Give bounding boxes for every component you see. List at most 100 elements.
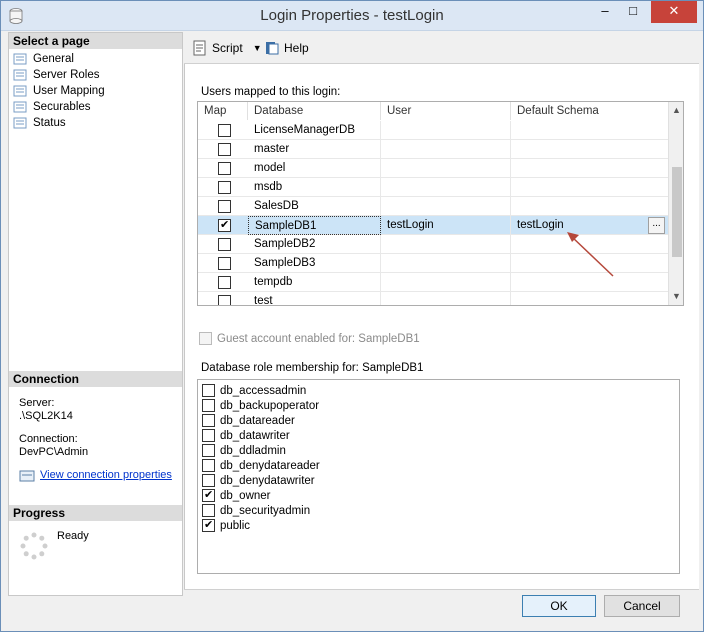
role-label: public: [220, 519, 251, 532]
database-cell: SampleDB3: [248, 254, 381, 273]
role-checkbox[interactable]: [202, 504, 215, 517]
dialog-button-bar: OK Cancel: [184, 589, 699, 629]
database-cell: LicenseManagerDB: [248, 121, 381, 140]
page-item-label: Status: [33, 117, 66, 129]
role-checkbox[interactable]: [202, 414, 215, 427]
scroll-up-icon[interactable]: ▲: [672, 105, 681, 115]
user-cell[interactable]: [381, 159, 511, 178]
minimize-button[interactable]: –: [591, 1, 619, 23]
close-button[interactable]: ✕: [651, 1, 697, 23]
user-cell[interactable]: [381, 273, 511, 292]
user-cell[interactable]: [381, 235, 511, 254]
schema-cell[interactable]: [511, 121, 668, 140]
user-cell[interactable]: [381, 178, 511, 197]
schema-cell[interactable]: [511, 197, 668, 216]
server-label: Server:: [19, 397, 55, 409]
table-row[interactable]: LicenseManagerDB: [198, 121, 668, 140]
database-cell: SalesDB: [248, 197, 381, 216]
map-checkbox[interactable]: [218, 124, 231, 137]
user-cell[interactable]: [381, 254, 511, 273]
scrollbar-thumb[interactable]: [672, 167, 682, 257]
role-label: db_denydatareader: [220, 459, 320, 472]
guest-checkbox[interactable]: [199, 332, 212, 345]
user-cell[interactable]: testLogin: [381, 216, 511, 235]
map-checkbox[interactable]: [218, 257, 231, 270]
database-cell: SampleDB1: [248, 216, 381, 235]
role-checkbox[interactable]: [202, 488, 215, 502]
role-checkbox[interactable]: [202, 429, 215, 442]
page-item-securables[interactable]: Securables: [13, 99, 91, 115]
schema-cell[interactable]: [511, 159, 668, 178]
page-item-server-roles[interactable]: Server Roles: [13, 67, 99, 83]
script-button[interactable]: Script ▼: [192, 40, 262, 56]
map-checkbox[interactable]: [218, 295, 231, 305]
schema-cell[interactable]: [511, 292, 668, 305]
scroll-down-icon[interactable]: ▼: [672, 291, 681, 301]
list-item[interactable]: db_accessadmin: [202, 383, 306, 398]
role-checkbox[interactable]: [202, 474, 215, 487]
column-header-map[interactable]: Map: [198, 102, 248, 120]
list-item[interactable]: public: [202, 518, 250, 533]
role-checkbox[interactable]: [202, 399, 215, 412]
progress-status: Ready: [57, 530, 89, 542]
role-label: db_datareader: [220, 414, 295, 427]
maximize-button[interactable]: □: [619, 1, 647, 23]
map-checkbox[interactable]: [218, 200, 231, 213]
cancel-button[interactable]: Cancel: [604, 595, 680, 617]
role-membership-list[interactable]: db_accessadmin db_backupoperator db_data…: [197, 379, 680, 574]
page-item-general[interactable]: General: [13, 51, 74, 67]
role-checkbox[interactable]: [202, 459, 215, 472]
database-cell: tempdb: [248, 273, 381, 292]
map-checkbox[interactable]: [218, 162, 231, 175]
help-button[interactable]: Help: [264, 40, 309, 56]
view-connection-properties[interactable]: View connection properties: [19, 469, 172, 482]
user-cell[interactable]: [381, 197, 511, 216]
view-connection-properties-link[interactable]: View connection properties: [40, 469, 172, 482]
map-checkbox[interactable]: [218, 143, 231, 156]
list-item[interactable]: db_securityadmin: [202, 503, 310, 518]
table-row[interactable]: msdb: [198, 178, 668, 197]
database-cell: test: [248, 292, 381, 305]
users-mapped-label: Users mapped to this login:: [201, 86, 341, 98]
map-checkbox[interactable]: [218, 276, 231, 289]
page-item-status[interactable]: Status: [13, 115, 66, 131]
title-bar: Login Properties - testLogin – □ ✕: [1, 1, 703, 31]
grid-scrollbar[interactable]: ▲ ▼: [668, 102, 683, 305]
user-cell[interactable]: [381, 140, 511, 159]
table-row[interactable]: test: [198, 292, 668, 305]
server-value: .\SQL2K14: [19, 410, 73, 422]
page-icon: [13, 101, 27, 113]
table-row[interactable]: SalesDB: [198, 197, 668, 216]
user-cell[interactable]: [381, 292, 511, 305]
table-row[interactable]: model: [198, 159, 668, 178]
database-cell: model: [248, 159, 381, 178]
script-label: Script: [212, 41, 243, 55]
list-item[interactable]: db_denydatareader: [202, 458, 320, 473]
list-item[interactable]: db_datareader: [202, 413, 295, 428]
guest-account-option[interactable]: Guest account enabled for: SampleDB1: [199, 332, 420, 345]
page-item-user-mapping[interactable]: User Mapping: [13, 83, 105, 99]
column-header-user[interactable]: User: [381, 102, 511, 120]
list-item[interactable]: db_denydatawriter: [202, 473, 315, 488]
role-checkbox[interactable]: [202, 444, 215, 457]
schema-cell[interactable]: [511, 178, 668, 197]
list-item[interactable]: db_ddladmin: [202, 443, 286, 458]
list-item[interactable]: db_owner: [202, 488, 271, 503]
table-row[interactable]: master: [198, 140, 668, 159]
ok-button[interactable]: OK: [522, 595, 596, 617]
schema-cell[interactable]: [511, 140, 668, 159]
connection-header: Connection: [9, 371, 182, 387]
map-checkbox[interactable]: [218, 218, 231, 232]
page-item-label: Securables: [33, 101, 91, 113]
list-item[interactable]: db_backupoperator: [202, 398, 319, 413]
map-checkbox[interactable]: [218, 181, 231, 194]
role-checkbox[interactable]: [202, 518, 215, 532]
role-checkbox[interactable]: [202, 384, 215, 397]
column-header-database[interactable]: Database: [248, 102, 381, 120]
schema-browse-button[interactable]: ...: [648, 217, 665, 234]
list-item[interactable]: db_datawriter: [202, 428, 290, 443]
map-checkbox[interactable]: [218, 238, 231, 251]
column-header-default-schema[interactable]: Default Schema: [511, 102, 668, 120]
user-cell[interactable]: [381, 121, 511, 140]
help-label: Help: [284, 41, 309, 55]
